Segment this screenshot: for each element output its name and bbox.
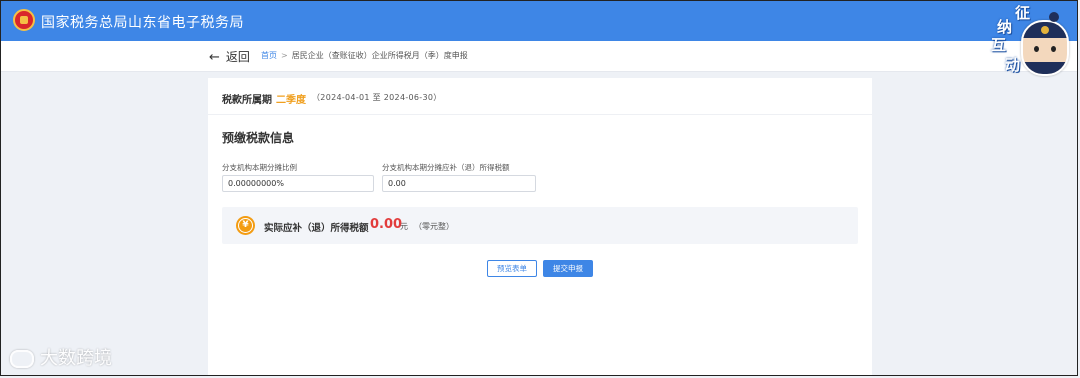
breadcrumb-home-link[interactable]: 首页 bbox=[261, 51, 277, 60]
tax-period-row: 税款所属期 二季度 （2024-04-01 至 2024-06-30） bbox=[208, 78, 872, 115]
badge-char-3: 互 bbox=[991, 36, 1007, 54]
breadcrumb-current: 居民企业（查账征收）企业所得税月（季）度申报 bbox=[291, 51, 468, 60]
breadcrumb: 首页 > 居民企业（查账征收）企业所得税月（季）度申报 bbox=[261, 50, 468, 61]
tax-period-quarter: 二季度 bbox=[276, 95, 306, 106]
tax-period-label: 税款所属期 bbox=[222, 95, 272, 106]
actual-tax-words: （零元整） bbox=[414, 222, 454, 231]
declaration-card: 税款所属期 二季度 （2024-04-01 至 2024-06-30） 预缴税款… bbox=[208, 78, 872, 376]
actual-tax-label: 实际应补（退）所得税额 bbox=[264, 223, 369, 234]
allocated-tax-input[interactable] bbox=[382, 175, 536, 192]
badge-char-1: 征 bbox=[1015, 4, 1031, 22]
back-label: 返回 bbox=[225, 50, 250, 64]
arrow-left-icon: ← bbox=[209, 50, 220, 65]
coin-icon: ¥ bbox=[236, 216, 255, 235]
submit-declaration-button[interactable]: 提交申报 bbox=[543, 260, 593, 277]
user-menu-icon[interactable] bbox=[1049, 12, 1059, 22]
actual-tax-unit: 元 bbox=[400, 222, 408, 231]
actual-tax-summary: ¥ 实际应补（退）所得税额 0.00 元 （零元整） bbox=[222, 207, 858, 244]
allocated-tax-label: 分支机构本期分摊应补（退）所得税额 bbox=[382, 163, 510, 172]
mascot-avatar bbox=[1021, 20, 1069, 76]
mascot-eyes bbox=[1034, 46, 1056, 52]
actual-tax-amount: 0.00 bbox=[370, 217, 403, 232]
cap-badge-icon bbox=[1041, 26, 1049, 34]
breadcrumb-separator: > bbox=[281, 51, 288, 60]
watermark-logo-icon bbox=[10, 350, 34, 368]
tax-emblem-icon bbox=[13, 9, 35, 31]
tax-period-range: （2024-04-01 至 2024-06-30） bbox=[312, 93, 442, 102]
back-button[interactable]: ← 返回 bbox=[209, 48, 250, 65]
section-title: 预缴税款信息 bbox=[222, 131, 295, 145]
top-header: 国家税务总局山东省电子税务局 bbox=[1, 1, 1077, 41]
allocation-ratio-input[interactable] bbox=[222, 175, 374, 192]
watermark: 大数跨境 bbox=[10, 344, 112, 370]
watermark-text: 大数跨境 bbox=[40, 348, 112, 369]
badge-char-4: 动 bbox=[1005, 56, 1021, 74]
preview-form-button[interactable]: 预览表单 bbox=[487, 260, 537, 277]
site-title: 国家税务总局山东省电子税务局 bbox=[41, 15, 244, 31]
sub-header: ← 返回 首页 > 居民企业（查账征收）企业所得税月（季）度申报 bbox=[1, 41, 1077, 72]
mascot-collar bbox=[1023, 62, 1067, 74]
allocation-ratio-label: 分支机构本期分摊比例 bbox=[222, 163, 297, 172]
